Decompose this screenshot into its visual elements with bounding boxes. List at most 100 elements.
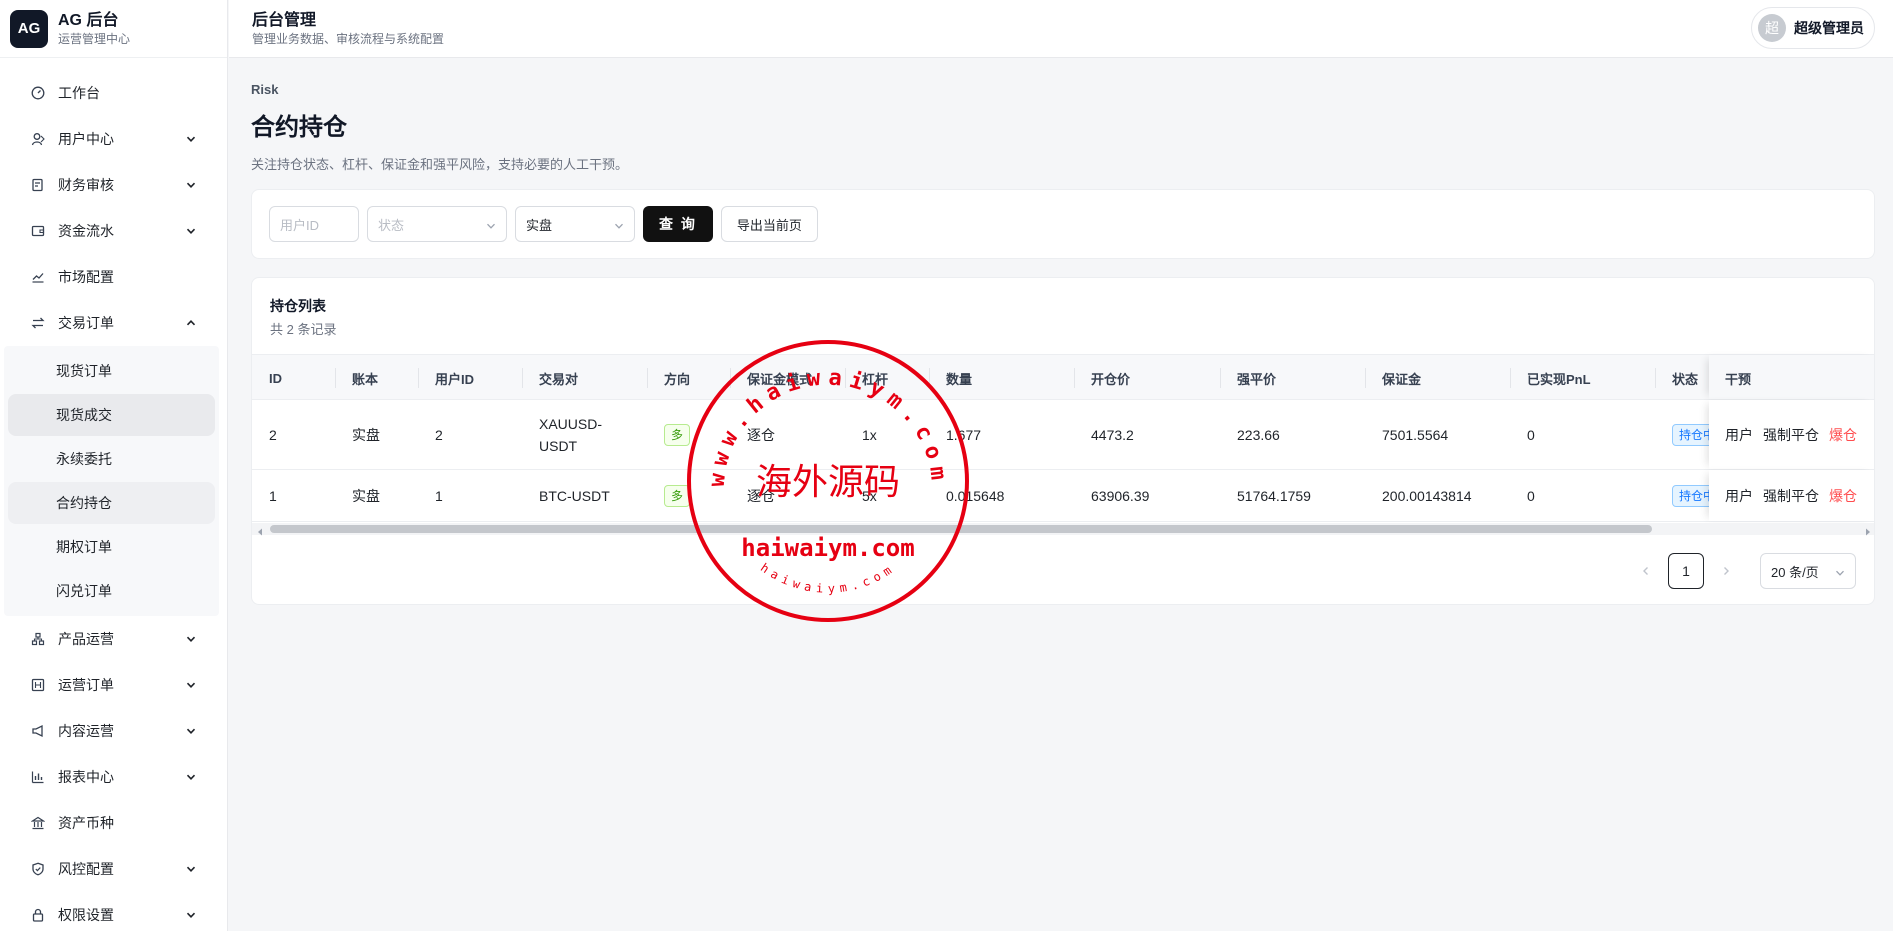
trade-orders-submenu: 现货订单 现货成交 永续委托 合约持仓 期权订单 闪兑订单 (4, 346, 219, 616)
chevron-up-icon (185, 317, 197, 329)
force-close-link[interactable]: 强制平仓 (1763, 486, 1819, 506)
sidebar-item-label: 市场配置 (58, 269, 114, 285)
user-name: 超级管理员 (1794, 20, 1864, 36)
sidebar-subitem-contract-positions[interactable]: 合约持仓 (8, 482, 215, 524)
status-select-placeholder: 状态 (378, 217, 405, 233)
prev-page-button[interactable] (1628, 553, 1664, 589)
top-header: 后台管理 管理业务数据、审核流程与系统配置 超 超级管理员 (229, 0, 1893, 58)
col-header-margin-mode: 保证金模式 (747, 371, 813, 387)
col-header-side: 方向 (664, 371, 691, 387)
avatar: 超 (1758, 14, 1786, 42)
sidebar-item-risk-config[interactable]: 风控配置 (0, 846, 227, 892)
dashboard-icon (30, 85, 46, 101)
brand-logo: AG (10, 9, 48, 48)
sidebar-item-dashboard[interactable]: 工作台 (0, 70, 227, 116)
liquidate-link[interactable]: 爆仓 (1829, 486, 1857, 506)
chart-line-icon (30, 269, 46, 285)
positions-table-card: 持仓列表 共 2 条记录 ID 账本 用户ID 交易对 方向 保证金模式 杠杆 … (251, 277, 1875, 605)
cell-ledger: 实盘 (352, 426, 380, 443)
table-header: ID 账本 用户ID 交易对 方向 保证金模式 杠杆 数量 开仓价 强平价 保证… (252, 354, 1874, 400)
scroll-right-icon[interactable] (1863, 524, 1873, 536)
cell-realized-pnl: 0 (1527, 426, 1535, 443)
cell-liq-price: 51764.1759 (1237, 487, 1311, 504)
cell-margin-mode: 逐仓 (747, 487, 775, 504)
bank-icon (30, 815, 46, 831)
chevron-down-icon (185, 225, 197, 237)
col-header-realized-pnl: 已实现PnL (1527, 371, 1591, 387)
sidebar-subitem-perp-orders[interactable]: 永续委托 (8, 438, 215, 480)
page-title: 合约持仓 (251, 114, 347, 141)
cell-user-id: 1 (435, 487, 443, 504)
table-title: 持仓列表 (270, 298, 326, 314)
cell-side: 多 (664, 400, 691, 469)
chevron-down-icon (185, 909, 197, 921)
cell-side: 多 (664, 470, 691, 521)
sidebar-item-report-center[interactable]: 报表中心 (0, 754, 227, 800)
breadcrumb: Risk (251, 82, 279, 97)
scroll-left-icon[interactable] (255, 524, 265, 536)
sidebar-menu: 工作台 用户中心 财务审核 资金流水 市场配置 交易订单 现货订单 现货成交 永… (0, 58, 227, 931)
sidebar-subitem-option-orders[interactable]: 期权订单 (8, 526, 215, 568)
header-subtitle: 管理业务数据、审核流程与系统配置 (252, 31, 445, 46)
sidebar-subitem-spot-trades[interactable]: 现货成交 (8, 394, 215, 436)
chevron-down-icon (185, 771, 197, 783)
sidebar-subitem-spot-orders[interactable]: 现货订单 (8, 350, 215, 392)
chevron-down-icon (185, 725, 197, 737)
chevron-left-icon (1643, 567, 1648, 575)
force-close-link[interactable]: 强制平仓 (1763, 425, 1819, 445)
side-tag: 多 (664, 423, 691, 446)
chevron-down-icon (614, 219, 624, 229)
page-size-select[interactable]: 20 条/页 (1760, 553, 1856, 589)
sidebar-item-trade-orders[interactable]: 交易订单 (0, 300, 227, 346)
sidebar-item-content-ops[interactable]: 内容运营 (0, 708, 227, 754)
lock-icon (30, 907, 46, 923)
user-menu[interactable]: 超 超级管理员 (1751, 7, 1875, 49)
sidebar-item-label: 财务审核 (58, 177, 114, 193)
shield-icon (30, 861, 46, 877)
status-select[interactable]: 状态 (367, 206, 507, 242)
sidebar-item-label: 交易订单 (58, 315, 114, 331)
next-page-button[interactable] (1708, 553, 1744, 589)
sidebar: AG AG 后台 运营管理中心 工作台 用户中心 财务审核 资金流水 市场配置 … (0, 0, 228, 931)
side-tag: 多 (664, 484, 691, 507)
brand: AG AG 后台 运营管理中心 (0, 0, 227, 58)
sidebar-subitem-flash-swap-orders[interactable]: 闪兑订单 (8, 570, 215, 612)
fixed-action-header: 干预 (1709, 355, 1874, 399)
user-link[interactable]: 用户 (1725, 486, 1753, 506)
sidebar-item-asset-currency[interactable]: 资产币种 (0, 800, 227, 846)
sidebar-item-label: 资产币种 (58, 815, 114, 831)
page-description: 关注持仓状态、杠杆、保证金和强平风险，支持必要的人工干预。 (251, 157, 629, 172)
cell-id: 1 (269, 487, 277, 504)
sidebar-item-label: 资金流水 (58, 223, 114, 239)
liquidate-link[interactable]: 爆仓 (1829, 425, 1857, 445)
chevron-down-icon (486, 219, 496, 229)
user-link[interactable]: 用户 (1725, 425, 1753, 445)
user-id-input[interactable]: 用户ID (269, 206, 359, 242)
account-select-value: 实盘 (526, 217, 553, 233)
chevron-down-icon (185, 679, 197, 691)
cell-margin-mode: 逐仓 (747, 426, 775, 443)
export-button[interactable]: 导出当前页 (720, 206, 818, 242)
brand-name: AG 后台 (58, 11, 119, 29)
col-header-id: ID (269, 370, 282, 386)
sidebar-item-label: 内容运营 (58, 723, 114, 739)
scrollbar-thumb[interactable] (270, 525, 1652, 533)
sidebar-item-label: 报表中心 (58, 769, 114, 785)
query-button[interactable]: 查 询 (643, 206, 713, 242)
sidebar-item-market-config[interactable]: 市场配置 (0, 254, 227, 300)
account-select[interactable]: 实盘 (515, 206, 635, 242)
sidebar-item-ops-orders[interactable]: 运营订单 (0, 662, 227, 708)
fixed-action-cell: 用户 强制平仓 爆仓 (1709, 400, 1874, 469)
sidebar-item-permission[interactable]: 权限设置 (0, 892, 227, 931)
table-horizontal-scrollbar[interactable] (252, 523, 1874, 536)
sidebar-item-user-center[interactable]: 用户中心 (0, 116, 227, 162)
sidebar-item-fund-flow[interactable]: 资金流水 (0, 208, 227, 254)
sidebar-item-product-ops[interactable]: 产品运营 (0, 616, 227, 662)
page-number-current[interactable]: 1 (1668, 553, 1704, 589)
megaphone-icon (30, 723, 46, 739)
main-content: Risk 合约持仓 关注持仓状态、杠杆、保证金和强平风险，支持必要的人工干预。 … (251, 58, 1875, 605)
audit-icon (30, 177, 46, 193)
sidebar-item-finance-audit[interactable]: 财务审核 (0, 162, 227, 208)
pagination: 1 20 条/页 (1628, 553, 1856, 589)
cell-leverage: 1x (862, 426, 877, 443)
